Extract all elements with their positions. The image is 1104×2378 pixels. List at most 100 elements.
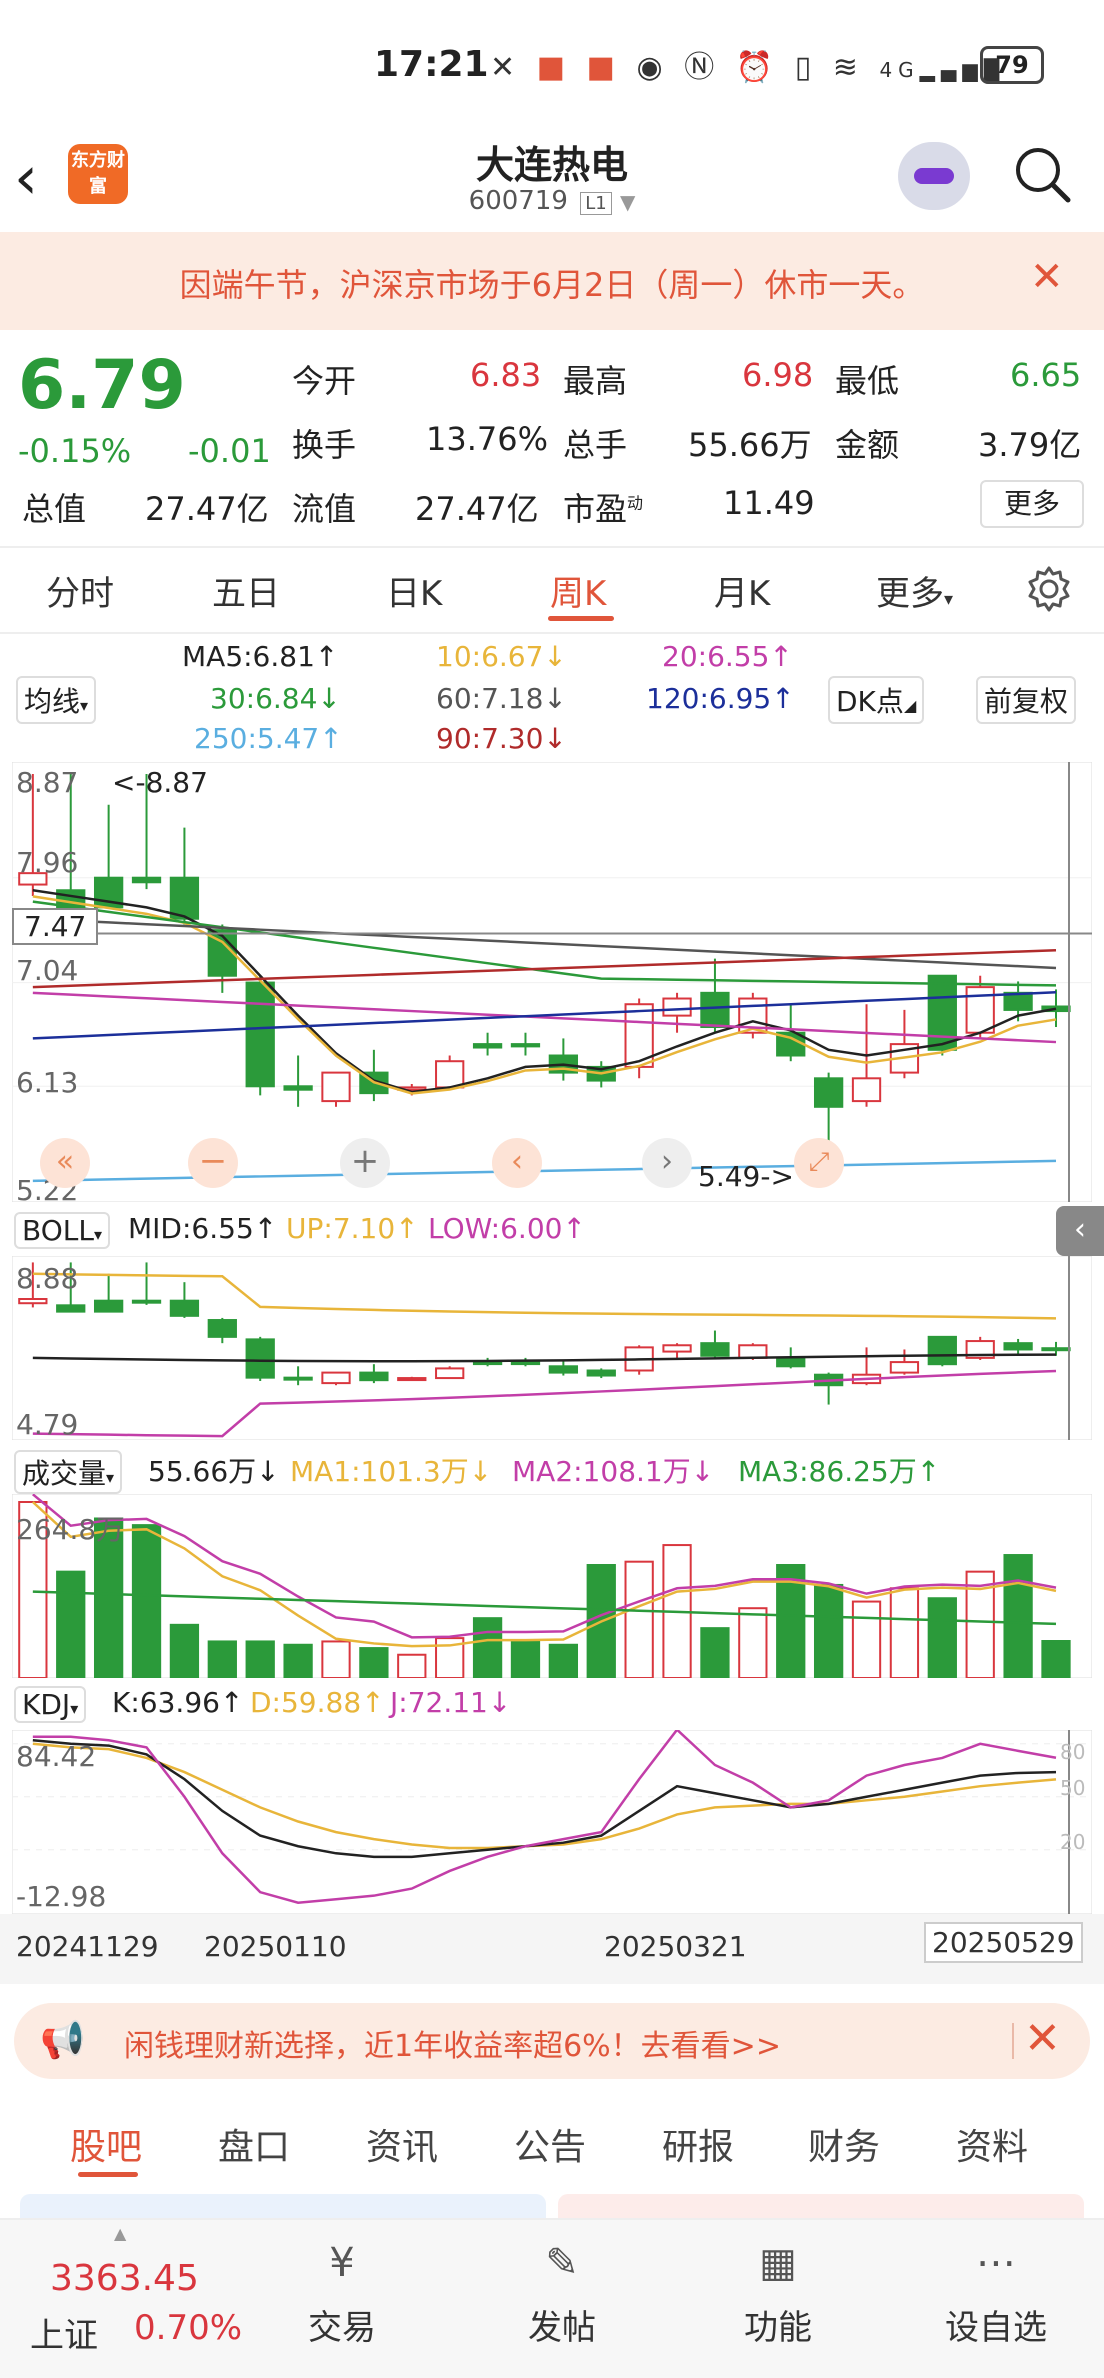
add-watchlist-button[interactable]: ⋯ 设自选 xyxy=(916,2240,1076,2349)
volume-current: 55.66万↓ xyxy=(148,1455,280,1488)
boll-y-top: 8.88 xyxy=(16,1262,79,1295)
kdj-j-line xyxy=(32,1730,1057,1905)
pe-value: 11.49 xyxy=(723,484,815,522)
candlestick-chart[interactable] xyxy=(12,762,1092,1202)
volume-bar xyxy=(700,1627,730,1678)
index-change: 0.70% xyxy=(134,2308,243,2348)
zoom-out-icon[interactable]: − xyxy=(188,1138,238,1188)
ma250-value: 250:5.47↑ xyxy=(194,722,343,755)
boll-candle xyxy=(738,1344,768,1359)
turnover-value: 13.76% xyxy=(426,420,549,458)
y-label-3: 7.04 xyxy=(16,954,79,987)
candle xyxy=(662,997,692,1017)
bottom-toolbar: ▲ 3363.45 上证 0.70% ¥ 交易 ✎ 发帖 ▦ 功能 ⋯ 设自选 xyxy=(0,2218,1104,2378)
tab-more[interactable]: 更多▾ xyxy=(876,566,953,615)
scroll-left-icon[interactable]: ‹ xyxy=(492,1138,542,1188)
more-quote-button[interactable]: 更多 xyxy=(980,480,1084,528)
volume-label: 总手 xyxy=(563,426,628,464)
volume-bar xyxy=(510,1640,541,1678)
tab-daily-k[interactable]: 日K xyxy=(386,566,442,615)
tab-intraday[interactable]: 分时 xyxy=(46,566,114,615)
adjust-selector[interactable]: 前复权 xyxy=(976,676,1077,724)
volume-bar xyxy=(56,1570,86,1678)
fullscreen-icon[interactable]: ⤢ xyxy=(794,1138,844,1188)
grid-icon: ▦ xyxy=(759,2240,797,2286)
volume-bar xyxy=(321,1640,351,1678)
dk-point-selector[interactable]: DK点◢ xyxy=(828,676,925,724)
index-value[interactable]: 3363.45 xyxy=(50,2258,199,2299)
x-date-4: 20250529 xyxy=(924,1922,1083,1963)
stock-code: 600719 xyxy=(468,186,568,216)
volume-bar xyxy=(927,1597,957,1678)
boll-selector[interactable]: BOLL▾ xyxy=(14,1212,110,1249)
ma20-value: 20:6.55↑ xyxy=(662,640,793,673)
kdj-level-50: 50 xyxy=(1060,1776,1086,1800)
ma60-value: 60:7.18↓ xyxy=(436,682,567,715)
volume-bar xyxy=(207,1640,237,1678)
kdj-level-20: 20 xyxy=(1060,1830,1086,1854)
volume-selector[interactable]: 成交量▾ xyxy=(14,1450,123,1494)
boll-candle xyxy=(435,1367,465,1380)
close-icon[interactable]: ✕ xyxy=(1030,254,1064,300)
ma60-line xyxy=(32,917,1057,970)
tab-finance[interactable]: 财务 xyxy=(808,2118,880,2170)
edit-icon: ✎ xyxy=(545,2240,579,2286)
volume-value: 55.66万 xyxy=(688,426,812,464)
boll-candle xyxy=(472,1361,503,1366)
gear-icon[interactable] xyxy=(1024,564,1074,614)
trade-button[interactable]: ¥ 交易 xyxy=(262,2240,422,2349)
volume-bar xyxy=(851,1600,882,1678)
candle xyxy=(813,1077,844,1108)
volume-bar xyxy=(1041,1640,1071,1678)
high-label: 最高 xyxy=(563,362,628,400)
candle xyxy=(510,1043,541,1048)
kdj-y-bottom: -12.98 xyxy=(16,1880,107,1913)
ma-selector[interactable]: 均线▾ xyxy=(16,676,97,724)
tab-guba[interactable]: 股吧 xyxy=(70,2118,142,2170)
tab-announcements[interactable]: 公告 xyxy=(514,2118,586,2170)
mcap-value: 27.47亿 xyxy=(145,490,269,528)
post-button[interactable]: ✎ 发帖 xyxy=(482,2240,642,2349)
volume-bar xyxy=(472,1617,503,1678)
amount-value: 3.79亿 xyxy=(978,426,1082,464)
tab-order-book[interactable]: 盘口 xyxy=(218,2118,290,2170)
app-notification-icon: ■ xyxy=(536,50,572,85)
assistant-avatar[interactable] xyxy=(898,142,970,210)
volume-bar xyxy=(131,1524,162,1678)
zoom-in-icon[interactable]: + xyxy=(340,1138,390,1188)
functions-button[interactable]: ▦ 功能 xyxy=(698,2240,858,2349)
current-price: 6.79 xyxy=(18,346,186,425)
search-icon[interactable] xyxy=(1012,144,1072,204)
status-bar: 17:21 ✕ ■ ■ ◉ Ⓝ ⏰ ▯ ≋ 4G▂▄▆█ 79 xyxy=(0,0,1104,130)
boll-candle xyxy=(586,1369,616,1377)
candle xyxy=(927,974,957,1051)
kdj-j: J:72.11↓ xyxy=(390,1686,512,1719)
kdj-selector[interactable]: KDJ▾ xyxy=(14,1686,87,1723)
scroll-left-fast-icon[interactable]: « xyxy=(40,1138,90,1188)
tab-monthly-k[interactable]: 月K xyxy=(714,566,770,615)
collapse-panel-icon[interactable]: ‹ xyxy=(1056,1206,1104,1256)
volume-bar xyxy=(1003,1554,1033,1678)
ma5-value: MA5:6.81↑ xyxy=(182,640,339,673)
notice-text: 因端午节，沪深京市场于6月2日（周一）休市一天。 xyxy=(179,266,925,304)
volume-bar xyxy=(624,1560,654,1678)
tab-5day[interactable]: 五日 xyxy=(212,566,280,615)
boll-candle xyxy=(359,1371,389,1382)
low-marker: 5.49-> xyxy=(698,1160,794,1193)
tab-profile[interactable]: 资料 xyxy=(956,2118,1028,2170)
candle xyxy=(169,876,200,920)
promo-banner[interactable]: 📢 闲钱理财新选择，近1年收益率超6%！去看看>> ✕ xyxy=(14,2003,1090,2079)
app-notification-icon: ■ xyxy=(586,50,621,85)
tab-weekly-k[interactable]: 周K xyxy=(550,566,606,615)
float-label: 流值 xyxy=(292,490,357,528)
change-value: -0.01 xyxy=(188,432,271,470)
close-icon[interactable]: ✕ xyxy=(1024,2013,1061,2064)
boll-candle xyxy=(548,1365,579,1374)
scroll-right-icon[interactable]: › xyxy=(642,1138,692,1188)
volume-bar xyxy=(738,1607,768,1678)
candle xyxy=(851,1077,882,1103)
boll-candle xyxy=(889,1361,920,1374)
tab-research[interactable]: 研报 xyxy=(662,2118,734,2170)
eye-icon: ◉ xyxy=(636,50,669,85)
tab-news[interactable]: 资讯 xyxy=(366,2118,438,2170)
